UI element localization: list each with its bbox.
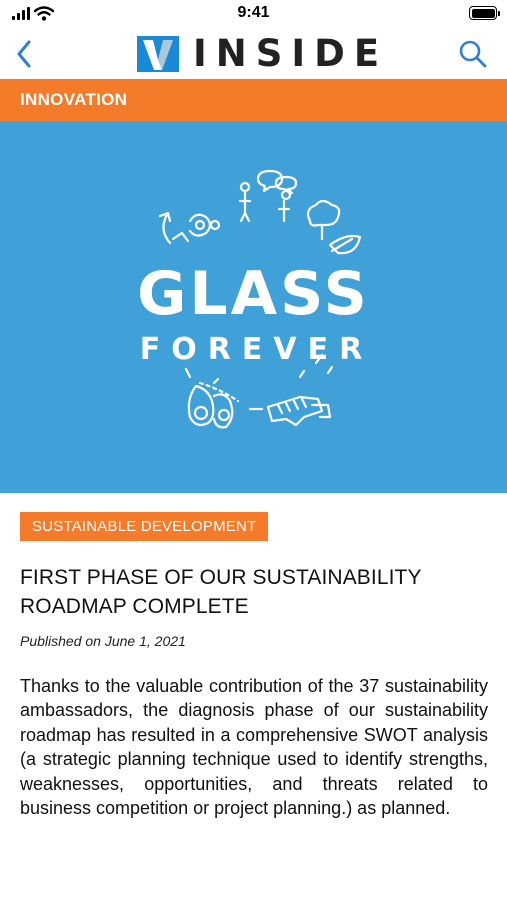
- article-body: Thanks to the valuable contribution of t…: [20, 676, 488, 819]
- logo-text: INSIDE: [193, 32, 389, 75]
- leaf-icon: [328, 234, 362, 255]
- battery-icon: [469, 6, 500, 20]
- article-headline: FIRST PHASE OF OUR SUSTAINABILITY ROADMA…: [20, 566, 422, 618]
- chevron-left-icon: [17, 40, 31, 68]
- recycle-arrow-icon: [158, 211, 172, 245]
- logo-mark-icon: [137, 36, 179, 72]
- nav-bar: INSIDE: [0, 30, 507, 78]
- status-bar: 9:41: [0, 0, 507, 30]
- search-button[interactable]: [453, 34, 493, 74]
- hero-title: GLASS: [137, 259, 370, 329]
- hero-subtitle: FOREVER: [139, 332, 374, 367]
- hero-image: GLASS FOREVER: [0, 121, 507, 493]
- back-button[interactable]: [6, 34, 42, 74]
- people-icon: [238, 191, 252, 223]
- article-tag[interactable]: SUSTAINABLE DEVELOPMENT: [20, 512, 269, 541]
- bottle-icon: [188, 213, 212, 237]
- status-time: 9:41: [237, 4, 270, 21]
- search-icon: [459, 40, 487, 68]
- app-logo: INSIDE: [137, 33, 388, 75]
- published-date: Published on June 1, 2021: [20, 633, 186, 649]
- category-label: INNOVATION: [20, 90, 128, 109]
- category-bar[interactable]: INNOVATION: [0, 79, 507, 121]
- tree-icon: [306, 199, 341, 227]
